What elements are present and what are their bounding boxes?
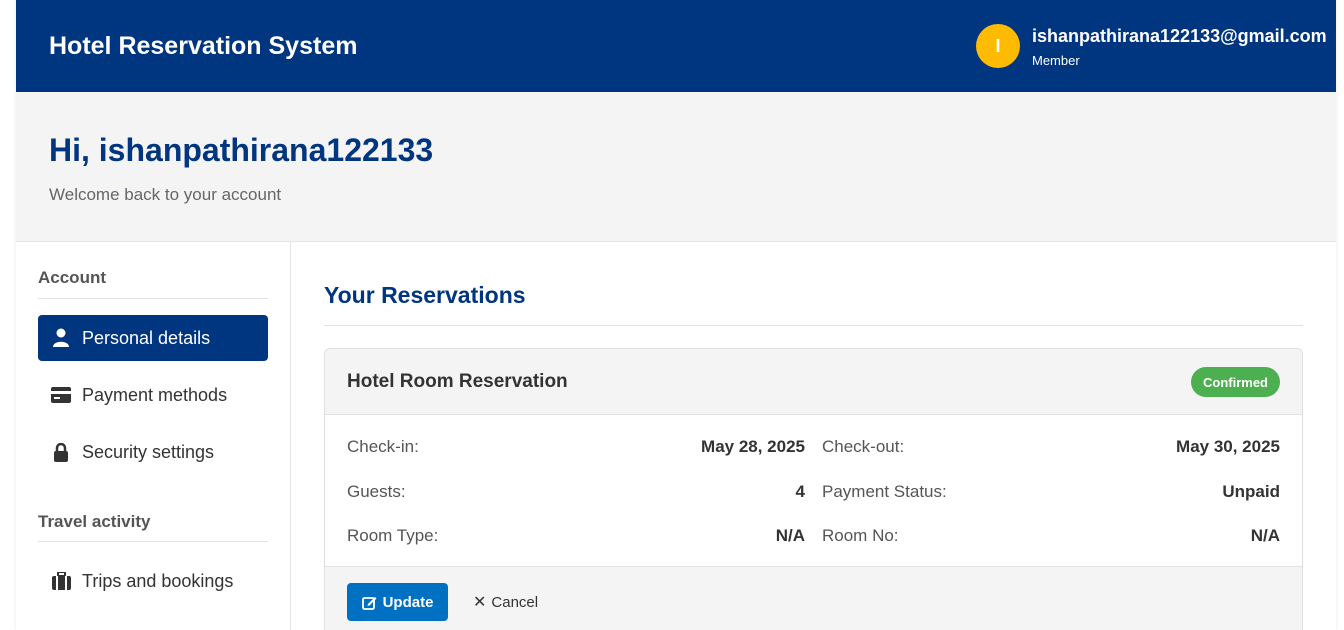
close-icon: ✕ [473,594,487,611]
user-icon [50,327,72,349]
guests-value: 4 [795,482,805,501]
reservations-heading: Your Reservations [324,282,526,308]
sidebar: Account Personal details Payment methods… [16,242,291,630]
app-window: Hotel Reservation System I ishanpathiran… [16,0,1336,630]
sidebar-item-security-settings[interactable]: Security settings [38,429,268,475]
reservation-title: Hotel Room Reservation [347,371,568,392]
page-title: Hi, ishanpathirana122133 [49,132,434,168]
sidebar-section-account: Account [38,268,106,287]
checkout-value: May 30, 2025 [1176,437,1280,456]
payment-status-value: Unpaid [1222,482,1280,501]
sidebar-item-label: Payment methods [82,384,228,405]
welcome-subtitle: Welcome back to your account [49,185,282,204]
room-no-value: N/A [1250,526,1280,545]
divider [38,541,268,542]
reservation-card-footer: Update ✕ Cancel [325,566,1302,630]
avatar[interactable]: I [976,24,1020,68]
payment-status-label: Payment Status: [822,482,947,501]
room-type-value: N/A [775,526,805,545]
sidebar-item-payment-methods[interactable]: Payment methods [38,372,268,418]
credit-card-icon [50,384,72,406]
brand-title[interactable]: Hotel Reservation System [49,32,357,61]
room-type-label: Room Type: [347,526,439,545]
checkin-label: Check-in: [347,437,419,456]
update-button[interactable]: Update [347,583,448,621]
edit-icon [361,595,377,610]
sidebar-item-label: Security settings [82,441,215,462]
sidebar-item-label: Personal details [82,327,211,348]
divider [38,298,268,299]
sidebar-item-personal-details[interactable]: Personal details [38,315,268,361]
sidebar-item-label: Trips and bookings [82,570,234,591]
top-header: Hotel Reservation System I ishanpathiran… [16,0,1336,92]
guests-label: Guests: [347,482,406,501]
welcome-banner: Hi, ishanpathirana122133 Welcome back to… [16,92,1336,242]
divider [324,325,1303,326]
status-badge: Confirmed [1191,367,1280,397]
reservation-card-header: Hotel Room Reservation Confirmed [325,349,1302,415]
checkin-value: May 28, 2025 [701,437,805,456]
reservation-card: Hotel Room Reservation Confirmed Check-i… [324,348,1303,630]
cancel-button[interactable]: ✕ Cancel [473,583,538,621]
suitcase-icon [50,570,72,592]
sidebar-item-trips-and-bookings[interactable]: Trips and bookings [38,558,268,604]
checkout-label: Check-out: [822,437,905,456]
user-role: Member [1032,53,1080,68]
update-button-label: Update [382,593,434,611]
lock-icon [50,441,72,463]
room-no-label: Room No: [822,526,899,545]
sidebar-section-travel: Travel activity [38,512,151,531]
user-email[interactable]: ishanpathirana122133@gmail.com [1032,26,1327,47]
cancel-button-label: Cancel [491,593,539,611]
